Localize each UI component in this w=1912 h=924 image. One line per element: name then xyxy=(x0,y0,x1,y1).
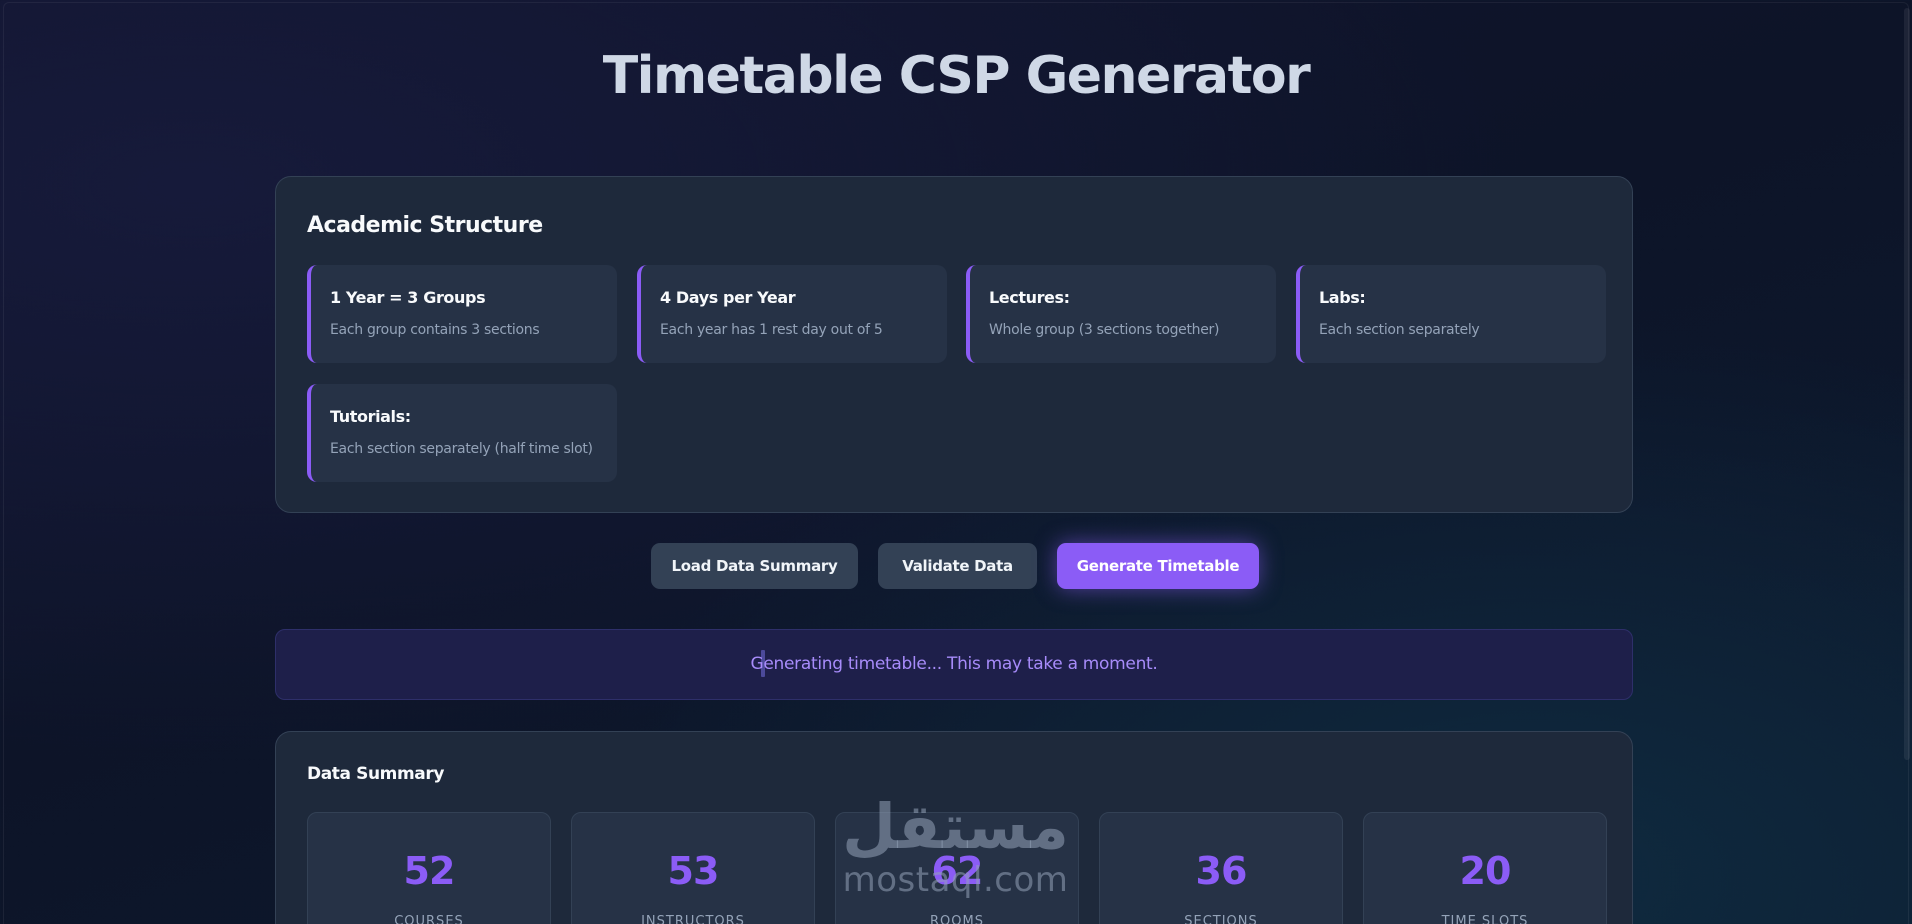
stat-card-rooms: 62 ROOMS xyxy=(835,812,1079,924)
status-message: Generating timetable... This may take a … xyxy=(750,654,1158,674)
stat-label: COURSES xyxy=(394,914,464,924)
info-card-title: 1 Year = 3 Groups xyxy=(330,288,486,307)
stat-value: 20 xyxy=(1459,849,1512,893)
stat-value: 62 xyxy=(931,849,984,893)
stat-label: ROOMS xyxy=(930,914,984,924)
info-card-title: Lectures: xyxy=(989,288,1070,307)
stat-label: TIME SLOTS xyxy=(1441,914,1529,924)
stat-value: 53 xyxy=(667,849,720,893)
action-bar: Load Data Summary Validate Data Generate… xyxy=(0,543,1912,589)
data-summary-title: Data Summary xyxy=(307,764,445,784)
status-message-bar: Generating timetable... This may take a … xyxy=(275,629,1633,700)
info-card-description: Each year has 1 rest day out of 5 xyxy=(660,322,883,338)
info-card-lectures: Lectures: Whole group (3 sections togeth… xyxy=(966,265,1276,363)
generate-timetable-button[interactable]: Generate Timetable xyxy=(1057,543,1259,589)
vertical-scrollbar[interactable] xyxy=(1904,8,1910,760)
stat-card-courses: 52 COURSES xyxy=(307,812,551,924)
stat-label: SECTIONS xyxy=(1184,914,1258,924)
academic-structure-panel: Academic Structure 1 Year = 3 Groups Eac… xyxy=(275,176,1633,513)
info-card-groups: 1 Year = 3 Groups Each group contains 3 … xyxy=(307,265,617,363)
info-card-description: Each group contains 3 sections xyxy=(330,322,540,338)
academic-structure-title: Academic Structure xyxy=(307,213,543,238)
stat-card-time-slots: 20 TIME SLOTS xyxy=(1363,812,1607,924)
info-card-description: Each section separately xyxy=(1319,322,1480,338)
info-card-title: Tutorials: xyxy=(330,407,411,426)
load-data-summary-button[interactable]: Load Data Summary xyxy=(651,543,858,589)
stat-card-sections: 36 SECTIONS xyxy=(1099,812,1343,924)
stat-label: INSTRUCTORS xyxy=(641,914,745,924)
info-card-tutorials: Tutorials: Each section separately (half… xyxy=(307,384,617,482)
info-card-days: 4 Days per Year Each year has 1 rest day… xyxy=(637,265,947,363)
data-summary-panel: Data Summary 52 COURSES 53 INSTRUCTORS 6… xyxy=(275,731,1633,924)
info-card-labs: Labs: Each section separately xyxy=(1296,265,1606,363)
info-card-description: Each section separately (half time slot) xyxy=(330,441,593,457)
validate-data-button[interactable]: Validate Data xyxy=(878,543,1037,589)
info-card-description: Whole group (3 sections together) xyxy=(989,322,1220,338)
stat-card-instructors: 53 INSTRUCTORS xyxy=(571,812,815,924)
stat-value: 52 xyxy=(403,849,456,893)
info-card-title: Labs: xyxy=(1319,288,1366,307)
page-title: Timetable CSP Generator xyxy=(602,46,1311,106)
stat-value: 36 xyxy=(1195,849,1248,893)
info-card-title: 4 Days per Year xyxy=(660,288,796,307)
